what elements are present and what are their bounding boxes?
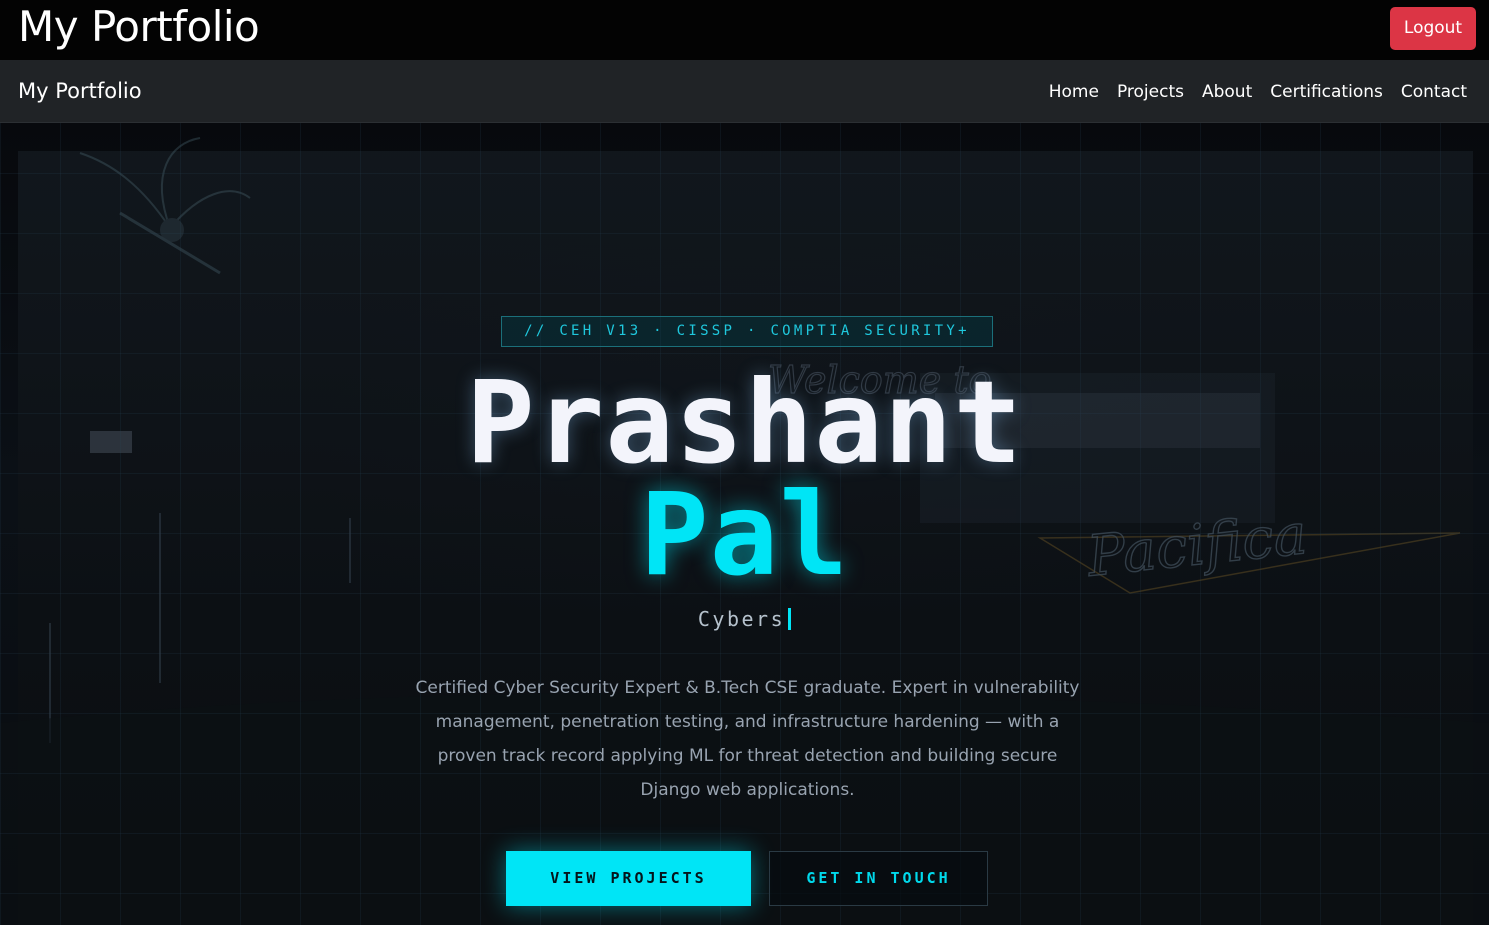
- nav-link-projects[interactable]: Projects: [1117, 82, 1184, 102]
- typed-role-text: Cybers: [697, 607, 786, 631]
- nav-link-contact[interactable]: Contact: [1401, 82, 1467, 102]
- hero-section: Welcome to Pacifica // CEH V13 · CISSP ·…: [0, 123, 1489, 925]
- navbar-brand[interactable]: My Portfolio: [18, 60, 142, 123]
- nav-link-home[interactable]: Home: [1049, 82, 1099, 102]
- certification-badge: // CEH V13 · CISSP · COMPTIA SECURITY+: [501, 316, 993, 347]
- nav-links: Home Projects About Certifications Conta…: [1049, 60, 1467, 123]
- typed-role: Cybers: [0, 607, 1489, 631]
- navbar: My Portfolio Home Projects About Certifi…: [0, 60, 1489, 123]
- nav-link-certifications[interactable]: Certifications: [1270, 82, 1383, 102]
- logout-button[interactable]: Logout: [1390, 7, 1476, 50]
- top-header: My Portfolio Logout: [0, 0, 1489, 60]
- view-projects-button[interactable]: VIEW PROJECTS: [506, 851, 751, 906]
- site-title: My Portfolio: [18, 2, 260, 51]
- get-in-touch-button[interactable]: GET IN TOUCH: [769, 851, 988, 906]
- hero-bio: Certified Cyber Security Expert & B.Tech…: [415, 678, 1080, 800]
- typing-cursor: [788, 608, 792, 630]
- hero-last-name: Pal: [640, 468, 849, 601]
- nav-link-about[interactable]: About: [1202, 82, 1252, 102]
- hero-first-name: Prashant: [465, 356, 1024, 489]
